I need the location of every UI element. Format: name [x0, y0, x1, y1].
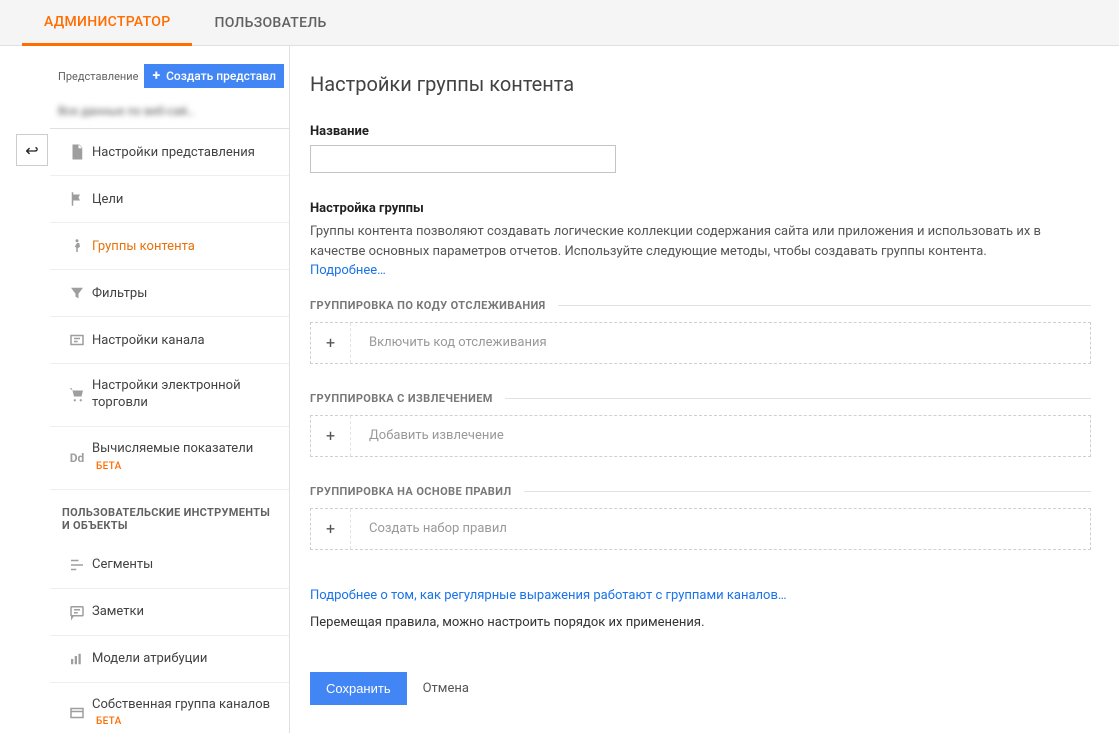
- sidebar-item-label: Настройки канала: [92, 333, 279, 348]
- sidebar-item-ecommerce[interactable]: Настройки электронной торговли: [50, 364, 289, 427]
- add-tracking-code-button[interactable]: + Включить код отслеживания: [310, 322, 1091, 364]
- add-extraction-button[interactable]: + Добавить извлечение: [310, 415, 1091, 457]
- tab-user[interactable]: ПОЛЬЗОВАТЕЛЬ: [192, 0, 348, 45]
- sidebar-section-title: ПОЛЬЗОВАТЕЛЬСКИЕ ИНСТРУМЕНТЫ И ОБЪЕКТЫ: [50, 490, 289, 542]
- sidebar-item-label: Настройки электронной торговли: [92, 378, 279, 412]
- sidebar-item-label: Цели: [92, 192, 279, 207]
- section-legend: ГРУППИРОВКА С ИЗВЛЕЧЕНИЕМ: [310, 392, 493, 405]
- add-ruleset-button[interactable]: + Создать набор правил: [310, 508, 1091, 550]
- tab-admin[interactable]: АДМИНИСТРАТОР: [22, 0, 192, 46]
- sidebar-item-label: Сегменты: [92, 557, 279, 572]
- group-settings-label: Настройка группы: [310, 201, 1091, 216]
- sidebar-item-label: Группы контента: [92, 239, 279, 254]
- add-row-label: Добавить извлечение: [351, 416, 1090, 456]
- sidebar-item-label: Фильтры: [92, 286, 279, 301]
- sidebar-item-channel-settings[interactable]: Настройки канала: [50, 317, 289, 364]
- divider: [524, 491, 1091, 492]
- cart-icon: [62, 386, 92, 404]
- beta-badge: БЕТА: [96, 461, 122, 472]
- sidebar-column-label: Представление: [58, 70, 138, 83]
- sidebar-item-label: Заметки: [92, 604, 279, 619]
- sidebar-item-goals[interactable]: Цели: [50, 176, 289, 223]
- sidebar-item-notes[interactable]: Заметки: [50, 589, 289, 636]
- divider: [558, 305, 1091, 306]
- notes-icon: [62, 603, 92, 621]
- sidebar-item-segments[interactable]: Сегменты: [50, 542, 289, 589]
- sidebar-nav: Настройки представления Цели Группы конт…: [50, 129, 289, 490]
- create-view-button[interactable]: + Создать представл: [144, 64, 284, 88]
- back-column: ↩: [0, 46, 50, 733]
- top-tabs: АДМИНИСТРАТОР ПОЛЬЗОВАТЕЛЬ: [0, 0, 1119, 46]
- sidebar-item-filters[interactable]: Фильтры: [50, 270, 289, 317]
- sidebar-tools: Сегменты Заметки Модели атрибуции Со: [50, 542, 289, 733]
- add-row-label: Включить код отслеживания: [351, 323, 1090, 363]
- learn-more-link[interactable]: Подробнее…: [310, 263, 386, 278]
- document-icon: [62, 143, 92, 161]
- back-arrow-icon: ↩: [25, 141, 38, 160]
- section-legend: ГРУППИРОВКА ПО КОДУ ОТСЛЕЖИВАНИЯ: [310, 299, 546, 312]
- sidebar-item-label: Модели атрибуции: [92, 651, 279, 666]
- segments-icon: [62, 556, 92, 574]
- divider: [505, 398, 1091, 399]
- plus-icon: +: [326, 333, 335, 352]
- sidebar: Представление + Создать представл Все да…: [50, 46, 290, 733]
- own-group-icon: [62, 704, 92, 722]
- flag-icon: [62, 190, 92, 208]
- grouping-tracking-code: ГРУППИРОВКА ПО КОДУ ОТСЛЕЖИВАНИЯ + Включ…: [310, 299, 1091, 364]
- sidebar-account-selector[interactable]: Все данные по веб-сай…: [50, 98, 289, 128]
- sidebar-item-calc-metrics[interactable]: Dd Вычисляемые показатели БЕТА: [50, 427, 289, 490]
- cancel-button[interactable]: Отмена: [423, 681, 469, 696]
- group-settings-description: Группы контента позволяют создавать логи…: [310, 222, 1050, 281]
- sidebar-item-attribution[interactable]: Модели атрибуции: [50, 636, 289, 683]
- dd-icon: Dd: [62, 451, 92, 465]
- grouping-rules: ГРУППИРОВКА НА ОСНОВЕ ПРАВИЛ + Создать н…: [310, 485, 1091, 550]
- name-label: Название: [310, 124, 1091, 139]
- page-title: Настройки группы контента: [310, 72, 1091, 96]
- bars-icon: [62, 650, 92, 668]
- reorder-hint: Перемещая правила, можно настроить поряд…: [310, 615, 1091, 630]
- name-input[interactable]: [310, 145, 616, 173]
- grouping-extraction: ГРУППИРОВКА С ИЗВЛЕЧЕНИЕМ + Добавить изв…: [310, 392, 1091, 457]
- sidebar-item-content-groups[interactable]: Группы контента: [50, 223, 289, 270]
- beta-badge: БЕТА: [96, 716, 122, 727]
- sidebar-item-label: Собственная группа каналов БЕТА: [92, 697, 279, 731]
- channel-icon: [62, 331, 92, 349]
- add-row-label: Создать набор правил: [351, 509, 1090, 549]
- create-view-label: Создать представл: [166, 69, 276, 83]
- save-button[interactable]: Сохранить: [310, 672, 407, 705]
- plus-icon: +: [326, 519, 335, 538]
- sidebar-item-label: Вычисляемые показатели БЕТА: [92, 441, 279, 475]
- content-area: Настройки группы контента Название Настр…: [290, 46, 1119, 733]
- filter-icon: [62, 284, 92, 302]
- sidebar-item-label: Настройки представления: [92, 145, 279, 160]
- plus-icon: +: [152, 69, 160, 83]
- plus-icon: +: [326, 426, 335, 445]
- person-walk-icon: [62, 237, 92, 255]
- section-legend: ГРУППИРОВКА НА ОСНОВЕ ПРАВИЛ: [310, 485, 512, 498]
- sidebar-item-own-channel-group[interactable]: Собственная группа каналов БЕТА: [50, 683, 289, 733]
- sidebar-item-view-settings[interactable]: Настройки представления: [50, 129, 289, 176]
- sidebar-header: Представление + Создать представл: [50, 64, 289, 98]
- regex-help-link[interactable]: Подробнее о том, как регулярные выражени…: [310, 588, 787, 603]
- back-button[interactable]: ↩: [16, 134, 48, 166]
